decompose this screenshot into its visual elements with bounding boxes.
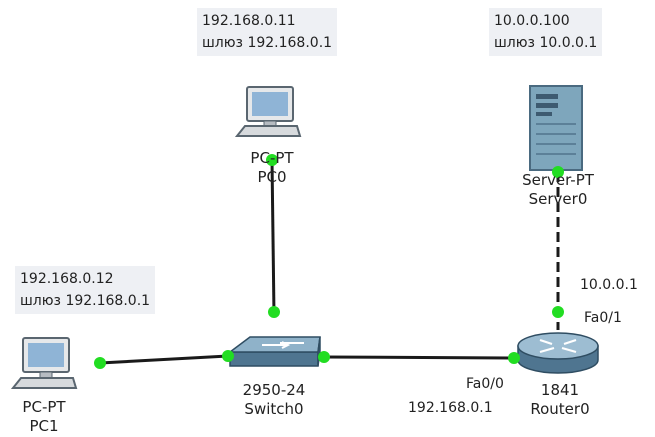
server0-icon[interactable]	[529, 85, 583, 171]
note-server0: 10.0.0.100 шлюз 10.0.0.1	[489, 8, 603, 56]
pc1-name: PC1	[29, 417, 59, 435]
link-pc1-switch0	[99, 354, 229, 365]
router-fa00-label: Fa0/0	[466, 376, 504, 392]
note-server0-gateway: шлюз 10.0.0.1	[494, 35, 598, 51]
link-status-dot	[318, 351, 330, 363]
switch0-icon[interactable]	[227, 336, 321, 367]
router0-label: 1841 Router0	[515, 381, 605, 419]
server0-label: Server-PT Server0	[498, 171, 618, 209]
pc1-icon[interactable]	[10, 337, 78, 389]
server0-model: Server-PT	[522, 171, 594, 189]
server0-name: Server0	[528, 190, 588, 208]
router0-icon[interactable]	[517, 332, 599, 374]
note-server0-ip: 10.0.0.100	[494, 13, 570, 29]
link-switch0-router0	[323, 355, 515, 360]
link-status-dot	[94, 357, 106, 369]
note-pc0-gateway: шлюз 192.168.0.1	[202, 35, 333, 51]
pc0-label: PC-PT PC0	[232, 149, 312, 187]
note-pc1-gateway: шлюз 192.168.0.1	[20, 293, 151, 309]
pc0-icon[interactable]	[234, 86, 302, 137]
router0-name: Router0	[530, 400, 590, 418]
router-fa00-ip-label: 192.168.0.1	[408, 400, 493, 416]
switch0-model: 2950-24	[242, 381, 306, 399]
router-fa01-ip-label: 10.0.0.1	[580, 277, 638, 293]
link-status-dot	[508, 352, 520, 364]
pc1-model: PC-PT	[22, 398, 66, 416]
pc0-model: PC-PT	[250, 149, 294, 167]
note-pc0: 192.168.0.11 шлюз 192.168.0.1	[197, 8, 338, 56]
router0-model: 1841	[540, 381, 580, 399]
switch0-label: 2950-24 Switch0	[226, 381, 322, 419]
network-topology	[10, 85, 599, 389]
note-pc1-ip: 192.168.0.12	[20, 271, 114, 287]
link-status-dot	[552, 306, 564, 318]
router-fa01-label: Fa0/1	[584, 310, 622, 326]
note-pc0-ip: 192.168.0.11	[202, 13, 296, 29]
pc1-label: PC-PT PC1	[4, 398, 84, 436]
note-pc1: 192.168.0.12 шлюз 192.168.0.1	[15, 266, 156, 314]
switch0-name: Switch0	[244, 400, 304, 418]
link-status-dot	[268, 306, 280, 318]
pc0-name: PC0	[257, 168, 287, 186]
link-status-dot	[222, 350, 234, 362]
